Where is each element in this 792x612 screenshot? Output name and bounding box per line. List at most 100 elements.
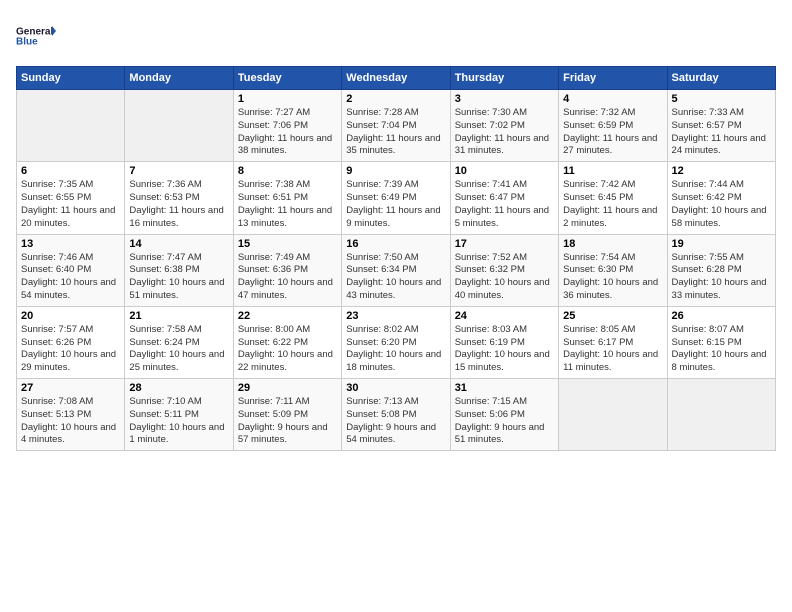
weekday-header-sunday: Sunday [17,67,125,90]
day-number: 10 [455,165,554,177]
day-cell: 29 Sunrise: 7:11 AM Sunset: 5:09 PM Dayli… [233,379,341,451]
day-cell: 12 Sunrise: 7:44 AM Sunset: 6:42 PM Dayli… [667,162,775,234]
day-info: Sunrise: 7:49 AM Sunset: 6:36 PM Dayligh… [238,252,337,303]
day-number: 28 [129,382,228,394]
day-info: Sunrise: 7:11 AM Sunset: 5:09 PM Dayligh… [238,396,337,447]
day-info: Sunrise: 7:46 AM Sunset: 6:40 PM Dayligh… [21,252,120,303]
day-cell: 19 Sunrise: 7:55 AM Sunset: 6:28 PM Dayli… [667,234,775,306]
day-cell: 9Sunrise: 7:39 AM Sunset: 6:49 PM Daylig… [342,162,450,234]
day-cell: 25Sunrise: 8:05 AM Sunset: 6:17 PM Dayli… [559,306,667,378]
day-info: Sunrise: 7:30 AM Sunset: 7:02 PM Dayligh… [455,107,554,158]
day-cell: 17 Sunrise: 7:52 AM Sunset: 6:32 PM Dayli… [450,234,558,306]
day-info: Sunrise: 8:07 AM Sunset: 6:15 PM Dayligh… [672,324,771,375]
day-info: Sunrise: 7:55 AM Sunset: 6:28 PM Dayligh… [672,252,771,303]
day-info: Sunrise: 7:08 AM Sunset: 5:13 PM Dayligh… [21,396,120,447]
day-number: 25 [563,310,662,322]
day-number: 4 [563,93,662,105]
calendar-body: 1 Sunrise: 7:27 AM Sunset: 7:06 PM Daylig… [17,90,776,451]
day-info: Sunrise: 7:27 AM Sunset: 7:06 PM Dayligh… [238,107,337,158]
week-row-1: 6 Sunrise: 7:35 AM Sunset: 6:55 PM Daylig… [17,162,776,234]
day-info: Sunrise: 7:41 AM Sunset: 6:47 PM Dayligh… [455,179,554,230]
day-number: 14 [129,238,228,250]
day-number: 21 [129,310,228,322]
day-cell: 27 Sunrise: 7:08 AM Sunset: 5:13 PM Dayli… [17,379,125,451]
day-cell: 13 Sunrise: 7:46 AM Sunset: 6:40 PM Dayli… [17,234,125,306]
weekday-header-wednesday: Wednesday [342,67,450,90]
day-cell: 15 Sunrise: 7:49 AM Sunset: 6:36 PM Dayli… [233,234,341,306]
calendar: SundayMondayTuesdayWednesdayThursdayFrid… [16,66,776,451]
day-cell [559,379,667,451]
day-cell: 21 Sunrise: 7:58 AM Sunset: 6:24 PM Dayli… [125,306,233,378]
day-number: 11 [563,165,662,177]
day-number: 22 [238,310,337,322]
day-cell: 11 Sunrise: 7:42 AM Sunset: 6:45 PM Dayli… [559,162,667,234]
day-cell: 14 Sunrise: 7:47 AM Sunset: 6:38 PM Dayli… [125,234,233,306]
weekday-header-thursday: Thursday [450,67,558,90]
day-number: 27 [21,382,120,394]
svg-text:General: General [16,27,53,38]
week-row-3: 20 Sunrise: 7:57 AM Sunset: 6:26 PM Dayli… [17,306,776,378]
day-cell: 20 Sunrise: 7:57 AM Sunset: 6:26 PM Dayli… [17,306,125,378]
day-number: 30 [346,382,445,394]
day-cell: 1 Sunrise: 7:27 AM Sunset: 7:06 PM Daylig… [233,90,341,162]
day-number: 8 [238,165,337,177]
day-info: Sunrise: 7:32 AM Sunset: 6:59 PM Dayligh… [563,107,662,158]
day-info: Sunrise: 7:39 AM Sunset: 6:49 PM Dayligh… [346,179,445,230]
day-number: 20 [21,310,120,322]
svg-text:Blue: Blue [16,37,38,48]
day-cell [667,379,775,451]
day-cell [17,90,125,162]
week-row-0: 1 Sunrise: 7:27 AM Sunset: 7:06 PM Daylig… [17,90,776,162]
day-number: 1 [238,93,337,105]
day-info: Sunrise: 7:38 AM Sunset: 6:51 PM Dayligh… [238,179,337,230]
day-info: Sunrise: 7:52 AM Sunset: 6:32 PM Dayligh… [455,252,554,303]
day-number: 6 [21,165,120,177]
day-info: Sunrise: 7:10 AM Sunset: 5:11 PM Dayligh… [129,396,228,447]
day-cell: 7 Sunrise: 7:36 AM Sunset: 6:53 PM Daylig… [125,162,233,234]
day-info: Sunrise: 7:28 AM Sunset: 7:04 PM Dayligh… [346,107,445,158]
day-cell: 30 Sunrise: 7:13 AM Sunset: 5:08 PM Dayli… [342,379,450,451]
logo-icon: General Blue [16,16,56,56]
day-info: Sunrise: 7:58 AM Sunset: 6:24 PM Dayligh… [129,324,228,375]
day-info: Sunrise: 7:36 AM Sunset: 6:53 PM Dayligh… [129,179,228,230]
day-number: 29 [238,382,337,394]
calendar-header: SundayMondayTuesdayWednesdayThursdayFrid… [17,67,776,90]
day-info: Sunrise: 7:15 AM Sunset: 5:06 PM Dayligh… [455,396,554,447]
day-cell: 5Sunrise: 7:33 AM Sunset: 6:57 PM Daylig… [667,90,775,162]
day-cell: 16Sunrise: 7:50 AM Sunset: 6:34 PM Dayli… [342,234,450,306]
day-cell: 31 Sunrise: 7:15 AM Sunset: 5:06 PM Dayli… [450,379,558,451]
day-number: 12 [672,165,771,177]
day-cell: 2Sunrise: 7:28 AM Sunset: 7:04 PM Daylig… [342,90,450,162]
day-number: 17 [455,238,554,250]
day-info: Sunrise: 7:35 AM Sunset: 6:55 PM Dayligh… [21,179,120,230]
day-info: Sunrise: 7:57 AM Sunset: 6:26 PM Dayligh… [21,324,120,375]
day-cell: 4 Sunrise: 7:32 AM Sunset: 6:59 PM Daylig… [559,90,667,162]
page: General Blue SundayMondayTuesdayWednesda… [0,0,792,612]
day-cell: 10 Sunrise: 7:41 AM Sunset: 6:47 PM Dayli… [450,162,558,234]
day-info: Sunrise: 8:02 AM Sunset: 6:20 PM Dayligh… [346,324,445,375]
day-number: 19 [672,238,771,250]
day-number: 15 [238,238,337,250]
day-cell: 22Sunrise: 8:00 AM Sunset: 6:22 PM Dayli… [233,306,341,378]
day-number: 7 [129,165,228,177]
day-cell: 26 Sunrise: 8:07 AM Sunset: 6:15 PM Dayli… [667,306,775,378]
day-number: 23 [346,310,445,322]
day-info: Sunrise: 7:47 AM Sunset: 6:38 PM Dayligh… [129,252,228,303]
day-number: 13 [21,238,120,250]
day-info: Sunrise: 7:44 AM Sunset: 6:42 PM Dayligh… [672,179,771,230]
day-number: 31 [455,382,554,394]
week-row-2: 13 Sunrise: 7:46 AM Sunset: 6:40 PM Dayli… [17,234,776,306]
day-number: 5 [672,93,771,105]
day-info: Sunrise: 7:13 AM Sunset: 5:08 PM Dayligh… [346,396,445,447]
day-cell: 28 Sunrise: 7:10 AM Sunset: 5:11 PM Dayli… [125,379,233,451]
logo: General Blue [16,16,56,56]
day-number: 18 [563,238,662,250]
weekday-row: SundayMondayTuesdayWednesdayThursdayFrid… [17,67,776,90]
day-number: 26 [672,310,771,322]
day-number: 16 [346,238,445,250]
day-info: Sunrise: 7:42 AM Sunset: 6:45 PM Dayligh… [563,179,662,230]
day-cell: 18Sunrise: 7:54 AM Sunset: 6:30 PM Dayli… [559,234,667,306]
week-row-4: 27 Sunrise: 7:08 AM Sunset: 5:13 PM Dayli… [17,379,776,451]
day-info: Sunrise: 8:03 AM Sunset: 6:19 PM Dayligh… [455,324,554,375]
day-cell [125,90,233,162]
